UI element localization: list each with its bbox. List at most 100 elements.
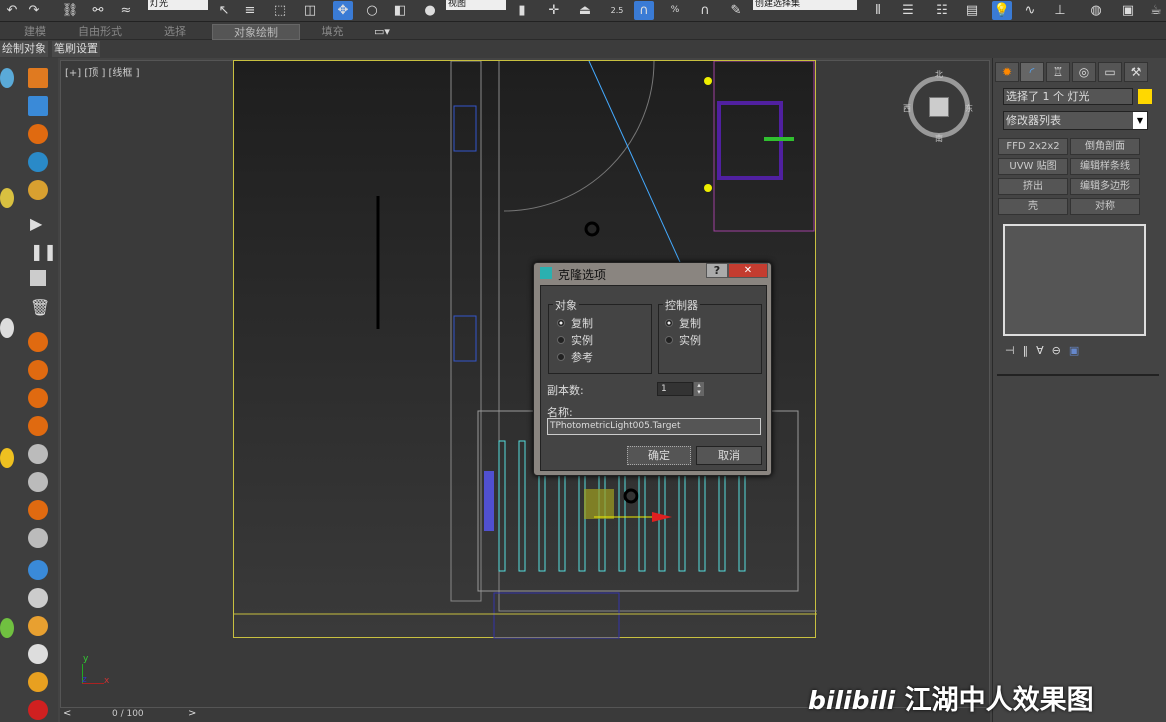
fire-preset-icon[interactable] (28, 332, 48, 352)
modifier-stack[interactable] (1003, 224, 1146, 336)
link-icon[interactable]: ⛓ (60, 1, 80, 20)
utilities-tab-icon[interactable]: ⚒ (1124, 62, 1148, 82)
pin-stack-icon[interactable]: ⊣ (1005, 344, 1023, 357)
modifier-edit-spline-button[interactable]: 编辑样条线 (1070, 158, 1140, 175)
help-button[interactable]: ? (706, 263, 728, 278)
curve-editor-icon[interactable]: ∿ (1020, 1, 1040, 20)
select-object-icon[interactable]: ↖ (214, 1, 234, 20)
object-instance-radio[interactable]: 实例 (557, 332, 593, 348)
modifier-extrude-button[interactable]: 挤出 (998, 178, 1068, 195)
modifier-uvw-map-button[interactable]: UVW 贴图 (998, 158, 1068, 175)
manipulate-icon[interactable]: ✛ (544, 1, 564, 20)
paint-object-icon[interactable] (28, 68, 48, 88)
beer-icon[interactable] (28, 616, 48, 636)
layer-combo[interactable]: 灯光 (148, 0, 208, 10)
tab-object-paint[interactable]: 对象绘制 (212, 24, 300, 40)
modifier-ffd-button[interactable]: FFD 2x2x2 (998, 138, 1068, 155)
mirror-icon[interactable]: ⫴ (868, 1, 888, 20)
subtab-brush-settings[interactable]: 笔刷设置 (52, 41, 100, 57)
light-icon[interactable] (0, 188, 14, 208)
prev-frame-button[interactable]: < (63, 708, 71, 719)
modifier-shell-button[interactable]: 壳 (998, 198, 1068, 215)
modifier-list-dropdown[interactable]: 修改器列表 ▼ (1003, 111, 1148, 130)
honey-icon[interactable] (28, 672, 48, 692)
reference-coord-combo[interactable]: 视图 (446, 0, 506, 10)
modifier-bevel-profile-button[interactable]: 倒角剖面 (1070, 138, 1140, 155)
angle-snap-icon[interactable]: ∩ (634, 1, 654, 20)
viewcube[interactable]: 北 南 东 西 (903, 70, 973, 143)
copies-input[interactable]: 1 (657, 382, 693, 396)
modifier-symmetry-button[interactable]: 对称 (1070, 198, 1140, 215)
object-name-field[interactable]: 选择了 1 个 灯光 (1003, 88, 1133, 105)
ok-button[interactable]: 确定 (627, 446, 691, 465)
window-crossing-icon[interactable]: ◫ (300, 1, 320, 20)
bind-spacewarp-icon[interactable]: ≈ (116, 1, 136, 20)
display-tab-icon[interactable]: ▭ (1098, 62, 1122, 82)
render-setup-icon[interactable]: ▣ (1118, 1, 1138, 20)
object-copy-radio[interactable]: 复制 (557, 315, 593, 331)
configure-sets-icon[interactable]: ▣ (1069, 344, 1087, 357)
fire-preset-icon[interactable] (28, 388, 48, 408)
modifier-edit-poly-button[interactable]: 编辑多边形 (1070, 178, 1140, 195)
pause-icon[interactable]: ❚❚ (30, 242, 57, 262)
fire-icon[interactable] (28, 124, 48, 144)
tab-populate[interactable]: 填充 (305, 24, 360, 40)
object-color-swatch[interactable] (1138, 89, 1152, 104)
hierarchy-tab-icon[interactable]: ♖ (1046, 62, 1070, 82)
cancel-button[interactable]: 取消 (696, 446, 762, 465)
named-selection-combo[interactable]: 创建选择集 (753, 0, 857, 10)
keyboard-shortcut-icon[interactable]: ⏏ (575, 1, 595, 20)
controller-copy-radio[interactable]: 复制 (665, 315, 701, 331)
smoke-icon[interactable] (28, 444, 48, 464)
copies-spinner[interactable]: ▴ ▾ (694, 382, 704, 396)
undo-icon[interactable]: ↶ (2, 1, 22, 20)
teapot-icon[interactable] (0, 68, 14, 88)
smoke-icon[interactable] (28, 472, 48, 492)
spinner-snap-icon[interactable]: ∩ (695, 1, 715, 20)
blood-icon[interactable] (28, 700, 48, 720)
stop-icon[interactable] (30, 270, 46, 286)
align-icon[interactable]: ☰ (898, 1, 918, 20)
placement-icon[interactable]: ● (420, 1, 440, 20)
pivot-icon[interactable]: ▮ (512, 1, 532, 20)
grid-paint-icon[interactable] (28, 96, 48, 116)
close-button[interactable]: ✕ (728, 263, 768, 278)
percent-snap-icon[interactable]: % (665, 1, 685, 20)
controller-instance-radio[interactable]: 实例 (665, 332, 701, 348)
tab-modeling[interactable]: 建模 (10, 24, 60, 40)
dots-icon[interactable] (28, 180, 48, 200)
tab-freeform[interactable]: 自由形式 (65, 24, 135, 40)
snap-toggle-icon[interactable]: 2.5 (607, 1, 627, 20)
tab-selection[interactable]: 选择 (145, 24, 205, 40)
material-editor-icon[interactable]: ◍ (1086, 1, 1106, 20)
light-lister-icon[interactable]: 💡 (992, 1, 1012, 20)
create-tab-icon[interactable]: ✹ (995, 62, 1019, 82)
schematic-view-icon[interactable]: ⊥ (1050, 1, 1070, 20)
select-by-name-icon[interactable]: ≡ (240, 1, 260, 20)
move-icon[interactable]: ✥ (333, 1, 353, 20)
object-reference-radio[interactable]: 参考 (557, 349, 593, 365)
unlink-icon[interactable]: ⚯ (88, 1, 108, 20)
fire-preset-icon[interactable] (28, 416, 48, 436)
sun-icon[interactable] (0, 448, 14, 468)
viewcube-face[interactable] (929, 97, 949, 117)
scale-icon[interactable]: ◧ (390, 1, 410, 20)
subtab-paint-objects[interactable]: 绘制对象 (0, 41, 48, 57)
next-frame-button[interactable]: > (188, 708, 196, 719)
grass-icon[interactable] (0, 618, 14, 638)
layer-explorer-icon[interactable]: ▤ (962, 1, 982, 20)
rect-selection-icon[interactable]: ⬚ (270, 1, 290, 20)
motion-tab-icon[interactable]: ◎ (1072, 62, 1096, 82)
render-icon[interactable]: ☕ (1146, 1, 1166, 20)
water-drop-icon[interactable] (28, 560, 48, 580)
play-icon[interactable]: ▶ (30, 214, 50, 234)
make-unique-icon[interactable]: ∀ (1036, 344, 1052, 357)
fire-preset-icon[interactable] (28, 360, 48, 380)
show-end-result-icon[interactable]: ‖ (1023, 344, 1037, 357)
name-input[interactable]: TPhotometricLight005.Target (547, 418, 761, 435)
box-icon[interactable] (0, 318, 14, 338)
edit-named-selection-icon[interactable]: ✎ (726, 1, 746, 20)
ribbon-options-icon[interactable]: ▭▾ (370, 24, 394, 40)
water-icon[interactable] (28, 152, 48, 172)
coffee-icon[interactable] (28, 644, 48, 664)
